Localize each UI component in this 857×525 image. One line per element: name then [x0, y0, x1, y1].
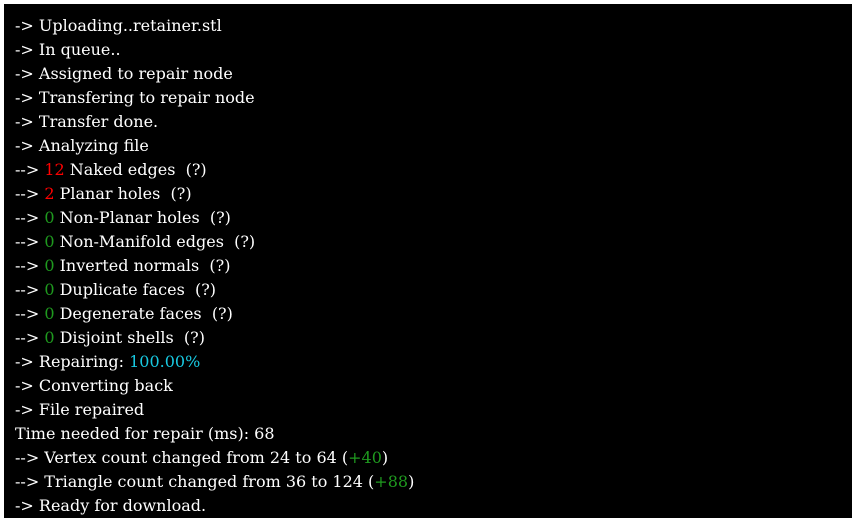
log-line-analyzing: -> Analyzing file	[15, 136, 149, 155]
log-line-inverted-normals: --> 0 Inverted normals (?)	[15, 256, 852, 280]
repairing-label: -> Repairing:	[15, 352, 130, 371]
degenerate-faces-label: Degenerate faces (?)	[54, 304, 233, 323]
planar-holes-count: 2	[44, 184, 55, 203]
log-line-degenerate-faces: --> 0 Degenerate faces (?)	[15, 304, 852, 328]
disjoint-shells-count: 0	[44, 328, 55, 347]
inverted-normals-label: Inverted normals (?)	[54, 256, 231, 275]
log-line-nonmanifold-edges: --> 0 Non-Manifold edges (?)	[15, 232, 852, 256]
log-prefix: -->	[15, 184, 45, 203]
log-line-vertex-count: --> Vertex count changed from 24 to 64 (…	[15, 448, 852, 472]
degenerate-faces-count: 0	[44, 304, 55, 323]
log-prefix: -->	[15, 256, 45, 275]
log-line-in-queue: -> In queue..	[15, 40, 121, 59]
disjoint-shells-label: Disjoint shells (?)	[54, 328, 205, 347]
log-line-ready: -> Ready for download.	[15, 496, 207, 515]
planar-holes-label: Planar holes (?)	[54, 184, 192, 203]
log-prefix: -->	[15, 232, 45, 251]
log-line-naked-edges: --> 12 Naked edges (?)	[15, 160, 852, 184]
duplicate-faces-label: Duplicate faces (?)	[54, 280, 217, 299]
log-line-transfering: -> Transfering to repair node	[15, 88, 255, 107]
repair-progress-value: 100.00%	[129, 352, 201, 371]
log-prefix: -->	[15, 328, 45, 347]
log-prefix: -->	[15, 208, 45, 227]
nonplanar-holes-label: Non-Planar holes (?)	[54, 208, 231, 227]
triangle-count-delta: +88	[374, 472, 409, 491]
log-line-triangle-count: --> Triangle count changed from 36 to 12…	[15, 472, 852, 496]
log-prefix: -->	[15, 160, 45, 179]
log-line-uploading: -> Uploading..retainer.stl	[15, 16, 222, 35]
log-prefix: -->	[15, 280, 45, 299]
log-line-time-needed: Time needed for repair (ms): 68	[15, 424, 275, 443]
log-line-planar-holes: --> 2 Planar holes (?)	[15, 184, 852, 208]
nonplanar-holes-count: 0	[44, 208, 55, 227]
vertex-count-close: )	[381, 448, 389, 467]
log-line-repairing: -> Repairing: 100.00%	[15, 352, 852, 376]
log-line-converting-back: -> Converting back	[15, 376, 173, 395]
duplicate-faces-count: 0	[44, 280, 55, 299]
log-line-duplicate-faces: --> 0 Duplicate faces (?)	[15, 280, 852, 304]
nonmanifold-edges-label: Non-Manifold edges (?)	[54, 232, 256, 251]
log-line-transfer-done: -> Transfer done.	[15, 112, 159, 131]
naked-edges-label: Naked edges (?)	[64, 160, 207, 179]
log-line-disjoint-shells: --> 0 Disjoint shells (?)	[15, 328, 852, 352]
log-line-assigned: -> Assigned to repair node	[15, 64, 233, 83]
triangle-count-text: --> Triangle count changed from 36 to 12…	[15, 472, 375, 491]
vertex-count-text: --> Vertex count changed from 24 to 64 (	[15, 448, 349, 467]
inverted-normals-count: 0	[44, 256, 55, 275]
vertex-count-delta: +40	[348, 448, 382, 467]
nonmanifold-edges-count: 0	[44, 232, 55, 251]
log-prefix: -->	[15, 304, 45, 323]
log-line-nonplanar-holes: --> 0 Non-Planar holes (?)	[15, 208, 852, 232]
triangle-count-close: )	[408, 472, 415, 491]
log-line-file-repaired: -> File repaired	[15, 400, 145, 419]
repair-log-console: -> Uploading..retainer.stl -> In queue..…	[4, 4, 852, 518]
naked-edges-count: 12	[44, 160, 65, 179]
